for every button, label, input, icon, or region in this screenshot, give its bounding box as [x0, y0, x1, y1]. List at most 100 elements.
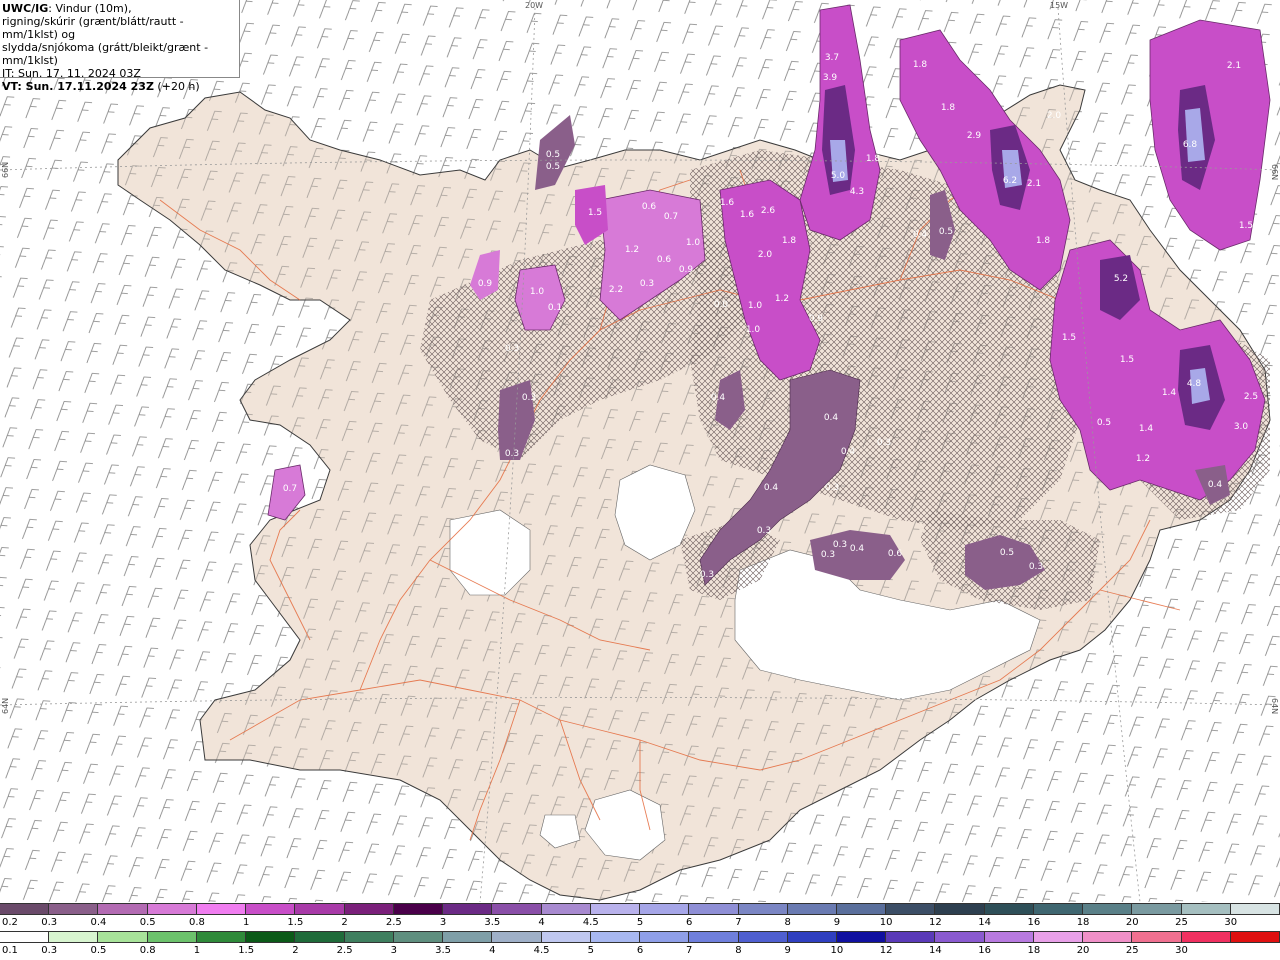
colorbar-tick-label: 20	[1076, 945, 1090, 956]
colorbar-swatch	[49, 904, 99, 914]
precip-value-label: 0.9	[679, 265, 694, 275]
precip-value-label: 1.0	[686, 238, 701, 248]
colorbar-tick-label: 16	[1027, 917, 1041, 928]
precip-value-label: 5.2	[1114, 274, 1128, 284]
precip-value-label: 1.0	[530, 287, 545, 297]
colorbar-tick-label: 0.8	[188, 917, 205, 928]
colorbar-swatch	[1230, 932, 1280, 942]
colorbar-swatch	[344, 932, 394, 942]
colorbar-tick-label: 18	[1076, 917, 1090, 928]
colorbar-tick-label: 5	[636, 917, 644, 928]
precip-value-label: 1.5	[1062, 333, 1076, 343]
precip-value-label: 0.6	[888, 549, 903, 559]
precip-value-label: 1.2	[775, 294, 789, 304]
precip-value-label: 1.5	[1120, 355, 1134, 365]
colorbar-swatch	[393, 904, 444, 914]
precip-value-label: 3.9	[823, 73, 838, 83]
colorbar-tick-label: 2	[341, 917, 348, 928]
precip-value-label: 0.4	[711, 393, 726, 403]
precip-value-label: 4.8	[1187, 379, 1202, 389]
precip-value-label: 1.8	[782, 236, 797, 246]
precip-value-label: 0.4	[850, 544, 865, 554]
precip-value-label: 1.5	[588, 208, 602, 218]
precip-value-label: 5.0	[831, 171, 846, 181]
precip-value-label: 6.2	[1003, 176, 1017, 186]
colorbar-swatch	[443, 904, 493, 914]
colorbar-tick-label: 18	[1027, 945, 1041, 956]
colorbar-tick-label: 0.8	[139, 945, 156, 956]
precip-value-label: 0.5	[546, 150, 560, 160]
colorbar-tick-label: 8	[735, 945, 742, 956]
colorbar-swatch	[787, 932, 837, 942]
precip-value-label: 1.0	[746, 325, 761, 335]
colorbar-tick-label: 25	[1125, 945, 1139, 956]
precip-value-label: 2.6	[761, 206, 776, 216]
precip-value-label: 0.3	[757, 526, 771, 536]
snow-colorbar	[0, 903, 1280, 915]
colorbar-swatch	[147, 904, 197, 914]
colorbar-swatch	[344, 904, 394, 914]
colorbar-swatch	[640, 904, 690, 914]
precip-value-label: 0.4	[913, 230, 928, 240]
colorbar-tick-label: 30	[1224, 917, 1238, 928]
precip-value-label: 0.6	[642, 202, 657, 212]
colorbar-swatch	[787, 904, 837, 914]
precip-value-label: 2.0	[758, 250, 773, 260]
precip-value-label: 0.7	[283, 484, 297, 494]
colorbar-tick-label: 4.5	[582, 917, 599, 928]
colorbar-swatch	[886, 904, 936, 914]
precip-value-label: 1.8	[913, 60, 928, 70]
precip-value-label: 1.8	[1036, 236, 1051, 246]
precip-value-label: 0.3	[505, 344, 519, 354]
colorbar-tick-label: 0.5	[139, 917, 156, 928]
colorbar-swatch	[246, 904, 296, 914]
colorbar-swatch	[295, 932, 345, 942]
colorbar-tick-label: 10	[879, 917, 893, 928]
langjokull-glacier	[449, 509, 531, 596]
lead-time: (+20 h)	[153, 80, 200, 93]
precip-value-label: 0.6	[657, 255, 672, 265]
precip-value-label: 2.5	[1244, 392, 1258, 402]
lat-66n-right-label: 66N	[1270, 164, 1279, 180]
colorbar-tick-label: 1	[242, 917, 250, 928]
colorbar-swatch	[1181, 932, 1231, 942]
precip-value-label: 1.2	[625, 245, 639, 255]
colorbar-tick-label: 1.5	[287, 917, 304, 928]
precip-value-label: 1.4	[1162, 388, 1177, 398]
precip-value-label: 0.5	[1000, 548, 1014, 558]
colorbar-tick-label: 0.3	[41, 945, 58, 956]
precip-value-label: 0.0	[714, 300, 729, 310]
colorbar-tick-label: 3	[439, 917, 447, 928]
colorbar-tick-label: 3.5	[484, 917, 501, 928]
product-code: UWC/IG	[2, 2, 49, 15]
info-valid-time-line: VT: Sun. 17.11.2024 23Z (+20 h)	[2, 80, 239, 93]
precip-value-label: 1.5	[1239, 221, 1253, 231]
colorbar-tick-label: 2	[292, 945, 299, 956]
precip-value-label: 0.3	[522, 393, 536, 403]
colorbar-swatch	[443, 932, 493, 942]
colorbar-tick-label: 9	[784, 945, 791, 956]
precip-value-label: 0.4	[824, 413, 839, 423]
precip-value-label: 1.6	[720, 198, 735, 208]
precip-value-label: 0.4	[764, 483, 779, 493]
colorbar-tick-label: 3.5	[435, 945, 452, 956]
precip-value-label: 0.3	[700, 570, 714, 580]
precip-value-label: 0.4	[1208, 480, 1223, 490]
product-desc: : Vindur (10m),	[48, 2, 132, 15]
colorbar-tick-label: 14	[978, 917, 991, 928]
colorbar-swatch	[541, 932, 591, 942]
precip-value-label: 0.3	[877, 438, 891, 448]
rain-colorbar-labels: 0.1 0.3 0.5 0.8 1 1.5 2 2.5 3 3.5 4 4.5 5 6 7 8 9 10 12 14 1…	[0, 945, 1280, 959]
colorbar-swatch	[492, 932, 542, 942]
colorbar-swatch	[393, 932, 444, 942]
colorbar-swatch	[886, 932, 936, 942]
precip-value-label: 1.4	[1139, 424, 1154, 434]
colorbar-tick-label: 6	[686, 917, 693, 928]
precip-value-label: 1.0	[748, 301, 763, 311]
colorbar-swatch	[836, 932, 887, 942]
colorbar-swatch	[590, 904, 641, 914]
colorbar-swatch	[836, 904, 887, 914]
colorbar-tick-label: 0.1	[2, 945, 18, 956]
precip-value-label: 3.0	[1234, 422, 1249, 432]
colorbar-tick-label: 7	[735, 917, 742, 928]
